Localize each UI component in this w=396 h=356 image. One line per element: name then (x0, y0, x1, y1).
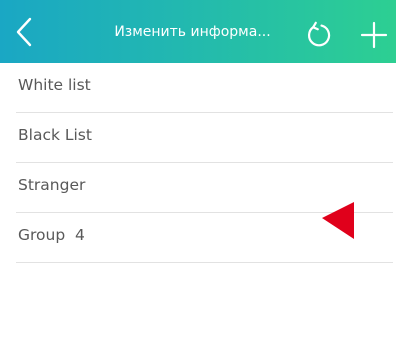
refresh-icon (308, 21, 331, 47)
list-item-label: White list (18, 76, 91, 94)
back-button[interactable] (10, 15, 40, 49)
page-title: Изменить информа... (114, 24, 271, 40)
top-bar: Изменить информа... (0, 0, 396, 63)
list-item-label: Black List (18, 126, 92, 144)
pointer-marker-icon (322, 202, 354, 239)
plus-icon (360, 21, 388, 49)
list-item-black-list[interactable]: Black List (16, 113, 393, 163)
refresh-button[interactable] (304, 21, 332, 49)
list-item-label: Stranger (18, 176, 86, 194)
app-window: Изменить информа... White list Black Lis… (0, 0, 396, 356)
chevron-left-icon (16, 17, 32, 47)
list-item-white-list[interactable]: White list (16, 63, 393, 113)
add-button[interactable] (360, 21, 388, 49)
list-item-label: Group 4 (18, 226, 85, 244)
